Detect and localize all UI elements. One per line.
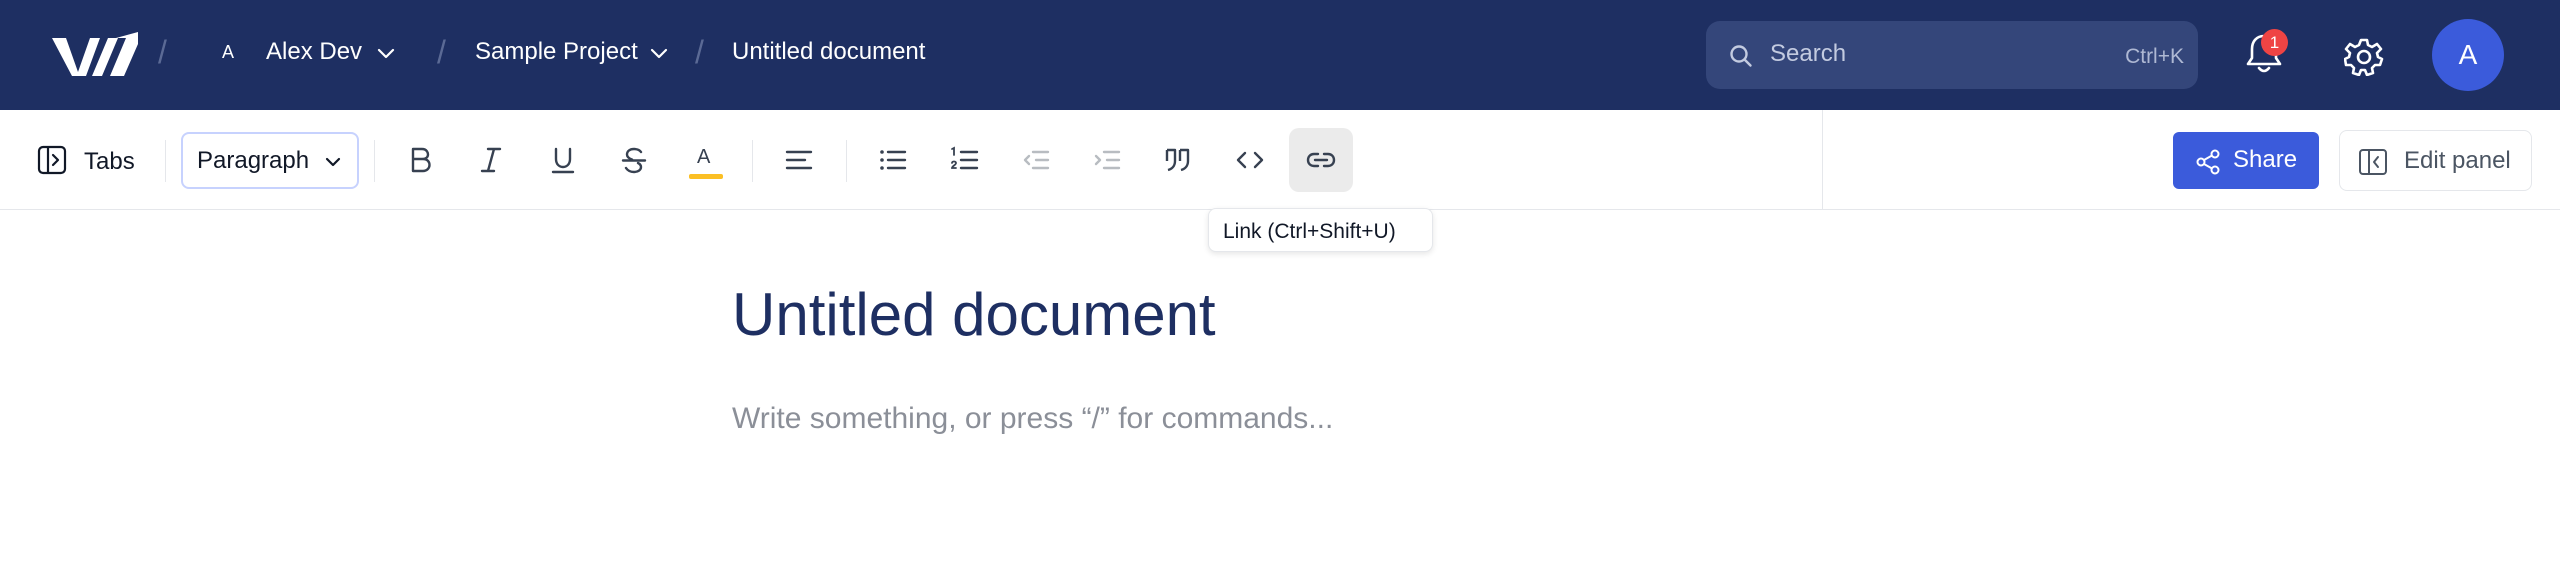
breadcrumb-project[interactable]: Sample Project: [475, 38, 638, 66]
tabs-label: Tabs: [84, 148, 135, 175]
tooltip-text: Link (Ctrl+Shift+U): [1223, 220, 1396, 243]
logo-icon[interactable]: [52, 30, 138, 80]
document-title[interactable]: Untitled document: [732, 280, 1216, 349]
share-icon: [2196, 149, 2220, 175]
bullet-list-icon: [880, 150, 907, 170]
numbered-list-icon: [951, 146, 979, 170]
edit-panel-label: Edit panel: [2404, 147, 2511, 174]
link-icon: [1306, 152, 1336, 168]
toolbar-section-divider: [1822, 110, 1823, 210]
breadcrumb-document[interactable]: Untitled document: [732, 38, 925, 66]
toolbar-divider: [374, 140, 375, 182]
notification-badge: 1: [2261, 29, 2288, 56]
blockquote-button[interactable]: [1146, 128, 1210, 192]
workspace-initial: A: [222, 42, 235, 62]
outdent-button[interactable]: [1004, 128, 1068, 192]
user-avatar[interactable]: A: [2432, 19, 2504, 91]
toolbar-divider: [846, 140, 847, 182]
link-tooltip: Link (Ctrl+Shift+U): [1208, 208, 1433, 252]
code-icon: [1236, 151, 1264, 169]
top-navigation-bar: / A Alex Dev / Sample Project / Untitled…: [0, 0, 2560, 110]
strikethrough-icon: [621, 147, 647, 174]
bold-button[interactable]: [388, 128, 452, 192]
highlight-glyph: A: [697, 146, 711, 168]
search-icon: [1730, 45, 1752, 67]
editor-toolbar: Tabs Paragraph A Share Edit panel: [0, 110, 2560, 210]
breadcrumb-separator: /: [695, 34, 704, 70]
document-body-placeholder[interactable]: Write something, or press “/” for comman…: [732, 402, 1333, 436]
chevron-down-icon[interactable]: [376, 46, 396, 60]
numbered-list-button[interactable]: [933, 128, 997, 192]
block-type-value: Paragraph: [197, 147, 310, 174]
edit-panel-button[interactable]: Edit panel: [2339, 130, 2532, 191]
chevron-down-icon: [325, 157, 341, 167]
quote-icon: [1165, 148, 1190, 172]
highlight-button[interactable]: A: [673, 128, 737, 192]
sidebar-toggle-icon: [37, 145, 67, 175]
share-button[interactable]: Share: [2173, 132, 2319, 189]
underline-icon: [551, 147, 575, 174]
panel-toggle-icon: [2359, 149, 2387, 175]
link-button[interactable]: [1289, 128, 1353, 192]
strikethrough-button[interactable]: [602, 128, 666, 192]
breadcrumb-workspace[interactable]: Alex Dev: [266, 38, 362, 66]
outdent-icon: [1023, 150, 1050, 170]
underline-button[interactable]: [531, 128, 595, 192]
indent-icon: [1094, 150, 1121, 170]
share-label: Share: [2233, 146, 2298, 173]
gear-icon[interactable]: [2344, 36, 2384, 76]
toolbar-divider: [165, 140, 166, 182]
indent-button[interactable]: [1075, 128, 1139, 192]
toolbar-divider: [752, 140, 753, 182]
breadcrumb-separator: /: [437, 34, 446, 70]
search-placeholder: Search: [1770, 40, 1847, 67]
code-button[interactable]: [1218, 128, 1282, 192]
bold-icon: [411, 147, 431, 173]
search-shortcut: Ctrl+K: [2125, 45, 2184, 68]
highlight-color-bar: [689, 174, 723, 179]
italic-button[interactable]: [459, 128, 523, 192]
breadcrumb-separator: /: [158, 34, 167, 70]
chevron-down-icon[interactable]: [649, 46, 669, 60]
bullet-list-button[interactable]: [861, 128, 925, 192]
align-button[interactable]: [767, 128, 831, 192]
italic-icon: [480, 147, 502, 173]
block-type-select[interactable]: Paragraph: [181, 132, 359, 189]
align-left-icon: [785, 150, 813, 170]
search-input[interactable]: Search Ctrl+K: [1706, 21, 2198, 89]
